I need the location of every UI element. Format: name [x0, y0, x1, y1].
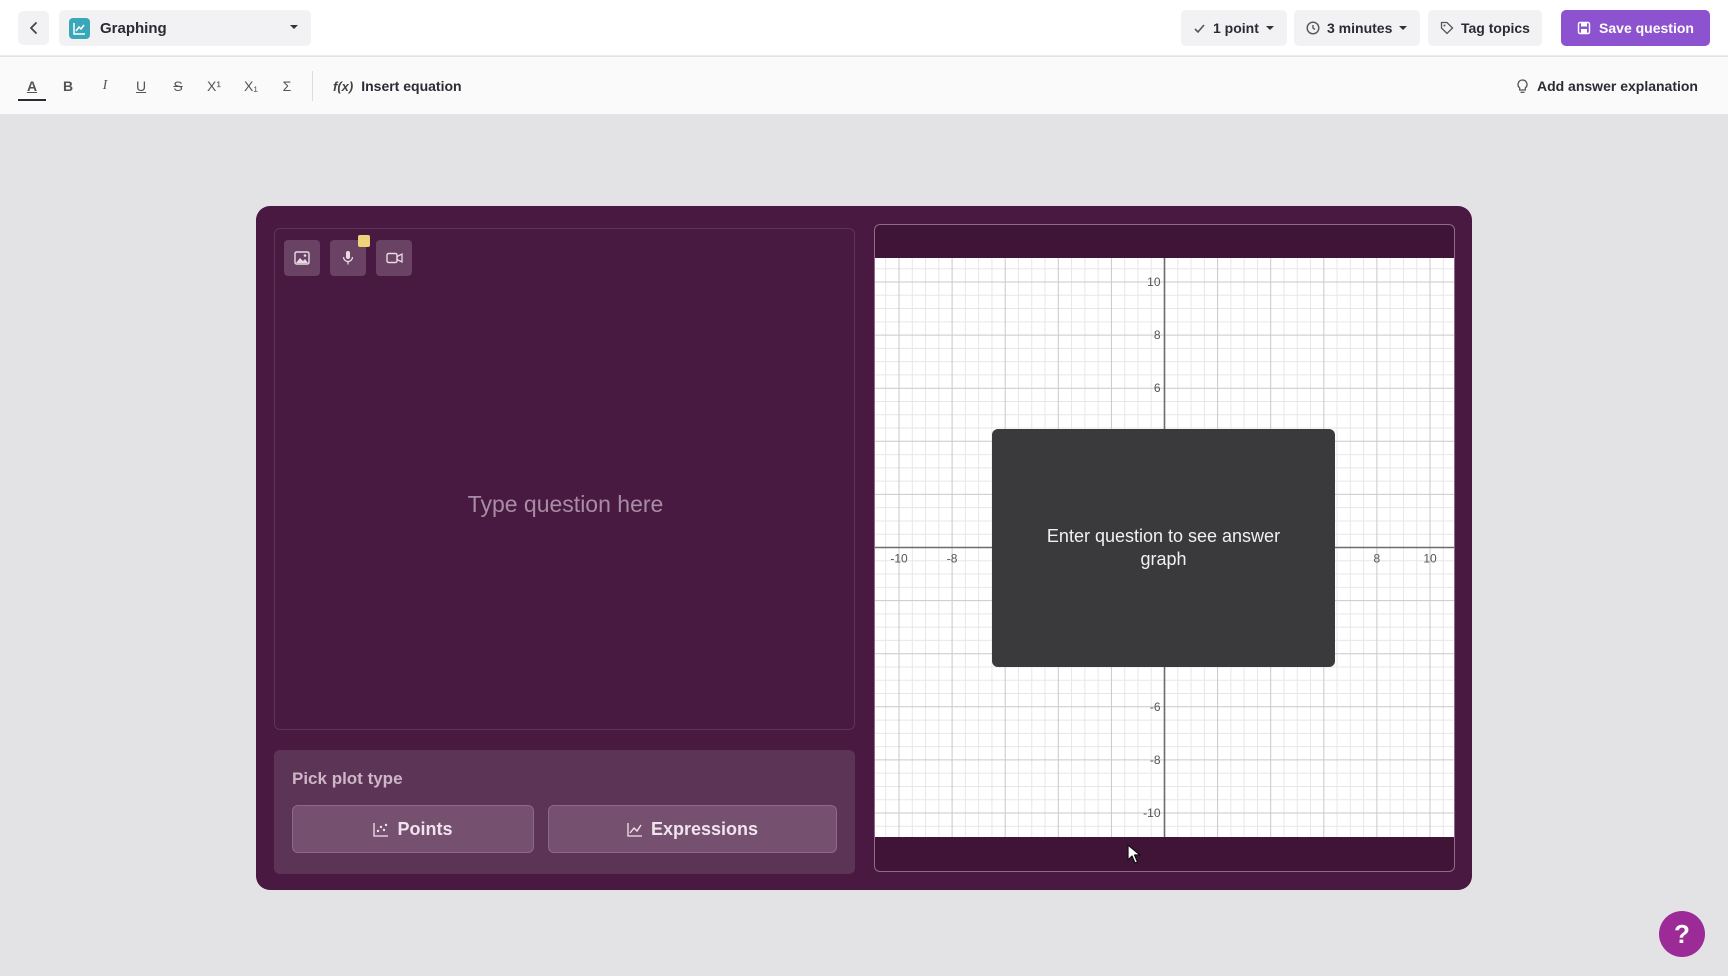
y-tick-label: 6	[1154, 381, 1161, 395]
image-icon	[294, 251, 310, 265]
y-tick-label: 10	[1147, 275, 1161, 289]
help-button[interactable]: ?	[1659, 911, 1705, 957]
y-tick-label: 8	[1154, 328, 1161, 342]
mouse-cursor-icon	[1127, 844, 1141, 864]
toolbar-divider	[312, 71, 313, 101]
x-tick-label: -8	[947, 552, 958, 566]
save-question-button[interactable]: Save question	[1561, 10, 1710, 46]
line-chart-icon	[627, 822, 642, 837]
function-icon: f(x)	[333, 78, 354, 94]
points-select[interactable]: 1 point	[1181, 10, 1287, 46]
y-tick-label: -8	[1150, 753, 1161, 767]
add-answer-explanation-button[interactable]: Add answer explanation	[1516, 71, 1698, 101]
underline-button[interactable]: U	[126, 71, 156, 101]
chevron-left-icon	[29, 22, 37, 34]
x-tick-label: 8	[1374, 552, 1381, 566]
scatter-plot-icon	[373, 822, 389, 837]
clock-icon	[1306, 21, 1320, 35]
italic-button[interactable]: I	[90, 71, 120, 101]
microphone-icon	[342, 251, 354, 265]
insert-equation-label: Insert equation	[361, 78, 462, 94]
answer-graph-overlay-text: Enter question to see answer graph	[1046, 526, 1281, 569]
x-tick-label: -10	[890, 552, 908, 566]
caret-down-icon	[1265, 26, 1274, 30]
question-type-label: Graphing	[100, 19, 167, 37]
points-label: 1 point	[1213, 20, 1259, 36]
plot-type-panel: Pick plot type Points Expressions	[274, 750, 855, 874]
add-answer-explanation-label: Add answer explanation	[1536, 78, 1698, 94]
lightbulb-icon	[1517, 78, 1528, 93]
insert-equation-button[interactable]: f(x) Insert equation	[333, 71, 462, 101]
text-color-indicator	[18, 99, 46, 101]
add-video-button[interactable]	[376, 240, 412, 276]
tag-topics-button[interactable]: Tag topics	[1428, 10, 1542, 46]
question-type-select[interactable]: Graphing	[59, 10, 311, 46]
points-plot-button[interactable]: Points	[292, 805, 534, 853]
save-question-label: Save question	[1599, 20, 1694, 36]
question-placeholder[interactable]: Type question here	[275, 491, 856, 518]
answer-graph-overlay: Enter question to see answer graph	[992, 429, 1335, 667]
expressions-plot-button[interactable]: Expressions	[548, 805, 837, 853]
expressions-plot-label: Expressions	[650, 818, 759, 839]
save-icon	[1577, 21, 1591, 35]
sigma-button[interactable]: Σ	[272, 71, 302, 101]
time-label: 3 minutes	[1327, 20, 1393, 36]
subscript-button[interactable]: X₁	[236, 71, 266, 101]
tag-icon	[1440, 21, 1454, 35]
check-icon	[1194, 23, 1205, 33]
top-bar: Graphing 1 point 3 minutes Tag topics Sa…	[0, 0, 1728, 56]
back-button[interactable]	[18, 11, 49, 45]
plot-type-title: Pick plot type	[292, 769, 403, 788]
y-tick-label: -10	[1143, 806, 1161, 820]
bold-button[interactable]: B	[53, 71, 83, 101]
video-icon	[385, 252, 403, 264]
x-tick-label: 10	[1423, 552, 1437, 566]
time-select[interactable]: 3 minutes	[1294, 10, 1421, 46]
strikethrough-button[interactable]: S	[163, 71, 193, 101]
tag-topics-label: Tag topics	[1461, 20, 1530, 36]
add-image-button[interactable]	[284, 240, 320, 276]
caret-down-icon	[290, 25, 298, 29]
format-toolbar: A B I U S X¹ X₁ Σ f(x) Insert equation A…	[0, 57, 1728, 115]
new-badge	[358, 235, 370, 247]
superscript-button[interactable]: X¹	[199, 71, 229, 101]
question-input-area[interactable]: Type question here	[274, 228, 855, 730]
graph-icon	[69, 17, 90, 39]
text-color-button[interactable]: A	[17, 71, 47, 101]
caret-down-icon	[1399, 26, 1408, 30]
points-plot-label: Points	[397, 818, 453, 839]
y-tick-label: -6	[1150, 700, 1161, 714]
